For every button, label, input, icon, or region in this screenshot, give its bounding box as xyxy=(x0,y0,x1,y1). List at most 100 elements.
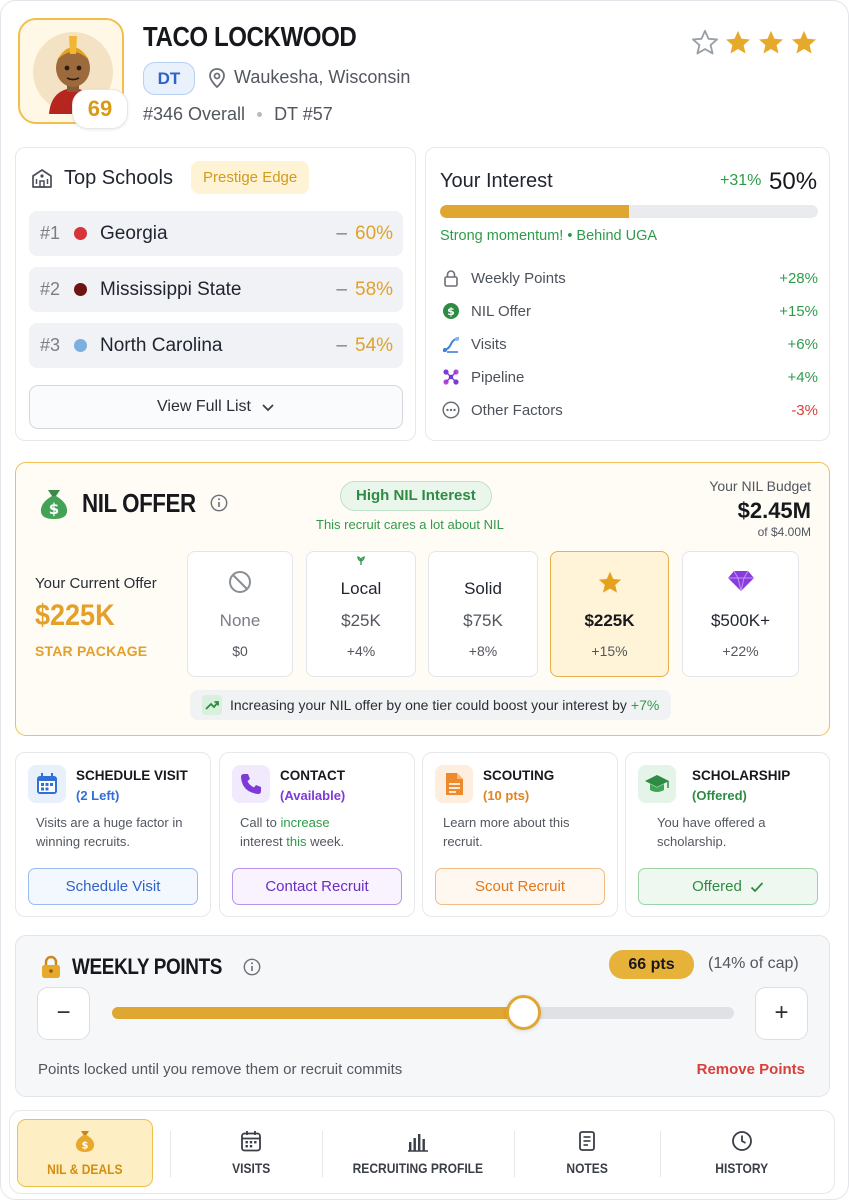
trending-up-icon xyxy=(202,695,222,715)
school-rank: #2 xyxy=(40,279,61,299)
nav-label: VISITS xyxy=(231,1160,271,1176)
nil-tier-star[interactable]: $225K +15% xyxy=(550,551,669,677)
school-row[interactable]: #2 Mississippi State – 58% xyxy=(29,267,403,312)
points-slider-handle[interactable] xyxy=(505,995,541,1030)
tier-boost: $0 xyxy=(232,643,248,659)
nav-divider xyxy=(660,1131,661,1177)
action-subtitle: (Offered) xyxy=(692,788,747,803)
nav-divider xyxy=(514,1131,515,1177)
nav-label: HISTORY xyxy=(715,1160,769,1176)
document-icon xyxy=(435,765,473,803)
nav-nil-deals[interactable]: $ NIL & DEALS xyxy=(17,1119,153,1187)
factor-value: +6% xyxy=(787,335,818,353)
info-icon[interactable] xyxy=(243,958,261,976)
contact-card: CONTACT (Available) Call to increase int… xyxy=(219,752,415,917)
action-subtitle: (2 Left) xyxy=(76,788,120,803)
nav-visits[interactable]: VISITS xyxy=(186,1119,316,1187)
action-subtitle: (10 pts) xyxy=(483,788,530,803)
points-locked-note: Points locked until you remove them or r… xyxy=(38,1061,403,1078)
nav-notes[interactable]: NOTES xyxy=(524,1119,650,1187)
nil-offer-header: $ NIL OFFER xyxy=(36,485,228,521)
clock-icon xyxy=(732,1131,752,1151)
action-subtitle: (Available) xyxy=(280,788,346,803)
remove-points-button[interactable]: Remove Points xyxy=(697,1061,805,1078)
tier-boost: +15% xyxy=(591,643,628,659)
school-row[interactable]: #3 North Carolina – 54% xyxy=(29,323,403,368)
current-offer-value: $225K xyxy=(35,599,115,632)
info-icon[interactable] xyxy=(210,494,228,512)
increase-points-button[interactable]: + xyxy=(755,987,808,1040)
interest-progress-bar xyxy=(440,205,818,218)
current-offer-package: STAR PACKAGE xyxy=(35,643,148,659)
factor-value: +4% xyxy=(787,368,818,386)
svg-text:$: $ xyxy=(82,1141,89,1152)
factor-value: +15% xyxy=(779,302,818,320)
factor-label: NIL Offer xyxy=(471,302,532,320)
action-description: Call to increase interest this week. xyxy=(240,813,405,851)
tier-boost: +4% xyxy=(346,643,376,659)
location-text: Waukesha, Wisconsin xyxy=(234,67,411,87)
points-slider[interactable] xyxy=(112,995,734,1030)
tier-name: Solid xyxy=(464,579,502,598)
school-color-dot xyxy=(74,227,87,240)
weekly-points-card: WEEKLY POINTS 66 pts (14% of cap) − + Po… xyxy=(15,935,830,1097)
tier-price: $25K xyxy=(341,611,381,630)
overall-rating-badge: 69 xyxy=(72,89,128,129)
nil-budget-total: of $4.00M xyxy=(757,525,811,539)
nav-history[interactable]: HISTORY xyxy=(674,1119,810,1187)
school-rank: #3 xyxy=(40,335,61,355)
scout-recruit-button[interactable]: Scout Recruit xyxy=(435,868,605,905)
scout-recruit-label: Scout Recruit xyxy=(474,878,566,895)
contact-recruit-button[interactable]: Contact Recruit xyxy=(232,868,402,905)
factor-visits: Visits +6% xyxy=(440,333,818,355)
player-name: TACO LOCKWOOD xyxy=(143,21,357,52)
schedule-visit-card: SCHEDULE VISIT (2 Left) Visits are a hug… xyxy=(15,752,211,917)
action-title: SCHEDULE VISIT xyxy=(76,768,188,783)
school-dash: – xyxy=(336,278,347,300)
visits-icon xyxy=(440,333,462,355)
graduation-cap-icon xyxy=(638,765,676,803)
nil-boost-hint: Increasing your NIL offer by one tier co… xyxy=(190,690,672,720)
none-icon xyxy=(188,570,292,594)
bars-icon xyxy=(408,1134,428,1152)
star-filled-icon xyxy=(791,30,817,54)
nil-tier-local[interactable]: Local $25K +4% xyxy=(306,551,416,677)
pipeline-icon xyxy=(440,366,462,388)
calendar-icon xyxy=(28,765,66,803)
view-full-list-button[interactable]: View Full List xyxy=(29,385,403,429)
scouting-card: SCOUTING (10 pts) Learn more about this … xyxy=(422,752,618,917)
interest-delta: +31% xyxy=(720,172,762,189)
star-icon xyxy=(551,570,668,595)
tier-boost: +8% xyxy=(468,643,498,659)
school-row[interactable]: #1 Georgia – 60% xyxy=(29,211,403,256)
tier-price: $75K xyxy=(463,611,503,630)
nil-tier-solid[interactable]: Solid $75K +8% xyxy=(428,551,538,677)
position-badge: DT xyxy=(143,62,195,95)
nil-boost-text: Increasing your NIL offer by one tier co… xyxy=(230,697,627,713)
schedule-visit-button[interactable]: Schedule Visit xyxy=(28,868,198,905)
action-title: CONTACT xyxy=(280,768,345,783)
factor-label: Pipeline xyxy=(471,368,525,386)
decrease-points-button[interactable]: − xyxy=(37,987,90,1040)
contact-desc-part: interest xyxy=(240,834,283,849)
weekly-points-header: WEEKLY POINTS xyxy=(40,954,261,980)
diamond-icon xyxy=(683,570,798,592)
nil-budget-label: Your NIL Budget xyxy=(709,478,811,494)
factor-nil-offer: $ NIL Offer +15% xyxy=(440,300,818,322)
factor-pipeline: Pipeline +4% xyxy=(440,366,818,388)
nil-tier-none[interactable]: None $0 xyxy=(187,551,293,677)
nav-recruiting-profile[interactable]: RECRUITING PROFILE xyxy=(332,1119,504,1187)
nil-tier-elite[interactable]: $500K+ +22% xyxy=(682,551,799,677)
nil-offer-title: NIL OFFER xyxy=(82,487,196,518)
location-pin-icon xyxy=(209,67,225,88)
action-title: SCHOLARSHIP xyxy=(692,768,791,783)
svg-text:$: $ xyxy=(447,305,455,318)
top-schools-header: Top Schools xyxy=(30,166,173,190)
star-filled-icon xyxy=(758,30,784,54)
location: Waukesha, Wisconsin xyxy=(208,67,410,88)
school-percent: 54% xyxy=(355,334,394,356)
nav-divider xyxy=(322,1131,323,1177)
offered-button[interactable]: Offered xyxy=(638,868,818,905)
school-name: North Carolina xyxy=(100,334,223,356)
contact-recruit-label: Contact Recruit xyxy=(265,878,369,895)
